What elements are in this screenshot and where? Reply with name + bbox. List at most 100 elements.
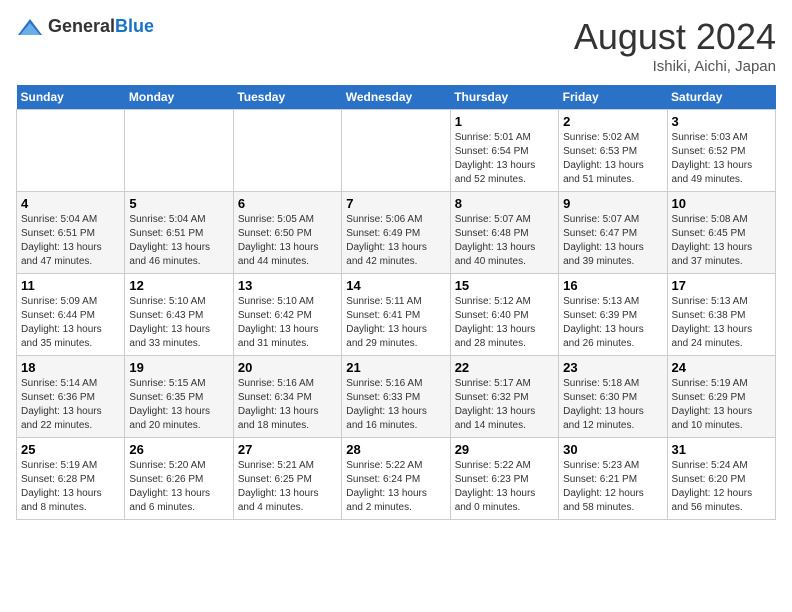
calendar-cell: 18Sunrise: 5:14 AM Sunset: 6:36 PM Dayli… — [17, 356, 125, 438]
calendar-cell: 22 Sunrise: 5:17 AM Sunset: 6:32 PM Dayli… — [450, 356, 558, 438]
day-number: 17 — [672, 278, 771, 293]
day-info: Sunrise: 5:16 AM Sunset: 6:33 PM Dayligh… — [346, 377, 445, 433]
calendar-body: 1Sunrise: 5:01 AM Sunset: 6:54 PM Daylig… — [17, 110, 776, 520]
month-title: August 2024 — [574, 16, 776, 58]
calendar-cell — [233, 110, 341, 192]
day-number: 12 — [129, 278, 228, 293]
weekday-header-sunday: Sunday — [17, 85, 125, 110]
day-info: Sunrise: 5:23 AM Sunset: 6:21 PM Dayligh… — [563, 459, 662, 515]
calendar-cell: 3 Sunrise: 5:03 AM Sunset: 6:52 PM Daylig… — [667, 110, 775, 192]
day-number: 21 — [346, 360, 445, 375]
day-info: Sunrise: 5:20 AM Sunset: 6:26 PM Dayligh… — [129, 459, 228, 515]
day-info: Sunrise: 5:04 AM Sunset: 6:51 PM Dayligh… — [129, 213, 228, 269]
calendar-cell: 19Sunrise: 5:15 AM Sunset: 6:35 PM Dayli… — [125, 356, 233, 438]
weekday-header-thursday: Thursday — [450, 85, 558, 110]
day-number: 3 — [672, 114, 771, 129]
day-info: Sunrise: 5:19 AM Sunset: 6:28 PM Dayligh… — [21, 459, 120, 515]
day-info: Sunrise: 5:22 AM Sunset: 6:23 PM Dayligh… — [455, 459, 554, 515]
weekday-row: SundayMondayTuesdayWednesdayThursdayFrid… — [17, 85, 776, 110]
calendar-cell: 23Sunrise: 5:18 AM Sunset: 6:30 PM Dayli… — [559, 356, 667, 438]
day-number: 10 — [672, 196, 771, 211]
calendar-cell: 28 Sunrise: 5:22 AM Sunset: 6:24 PM Dayli… — [342, 438, 450, 520]
weekday-header-monday: Monday — [125, 85, 233, 110]
calendar-cell: 26 Sunrise: 5:20 AM Sunset: 6:26 PM Dayli… — [125, 438, 233, 520]
calendar-cell: 25 Sunrise: 5:19 AM Sunset: 6:28 PM Dayli… — [17, 438, 125, 520]
day-info: Sunrise: 5:21 AM Sunset: 6:25 PM Dayligh… — [238, 459, 337, 515]
weekday-header-tuesday: Tuesday — [233, 85, 341, 110]
calendar-cell — [17, 110, 125, 192]
day-info: Sunrise: 5:03 AM Sunset: 6:52 PM Dayligh… — [672, 131, 771, 187]
page-header: GeneralBlue August 2024 Ishiki, Aichi, J… — [16, 16, 776, 75]
calendar-cell: 8 Sunrise: 5:07 AM Sunset: 6:48 PM Daylig… — [450, 192, 558, 274]
calendar-week-5: 25 Sunrise: 5:19 AM Sunset: 6:28 PM Dayli… — [17, 438, 776, 520]
calendar-cell: 6Sunrise: 5:05 AM Sunset: 6:50 PM Daylig… — [233, 192, 341, 274]
weekday-header-friday: Friday — [559, 85, 667, 110]
day-number: 28 — [346, 442, 445, 457]
day-number: 24 — [672, 360, 771, 375]
calendar-table: SundayMondayTuesdayWednesdayThursdayFrid… — [16, 85, 776, 520]
calendar-cell — [125, 110, 233, 192]
calendar-cell: 9 Sunrise: 5:07 AM Sunset: 6:47 PM Daylig… — [559, 192, 667, 274]
calendar-cell: 31Sunrise: 5:24 AM Sunset: 6:20 PM Dayli… — [667, 438, 775, 520]
calendar-cell: 10 Sunrise: 5:08 AM Sunset: 6:45 PM Dayli… — [667, 192, 775, 274]
day-info: Sunrise: 5:10 AM Sunset: 6:42 PM Dayligh… — [238, 295, 337, 351]
calendar-cell: 5 Sunrise: 5:04 AM Sunset: 6:51 PM Daylig… — [125, 192, 233, 274]
day-number: 8 — [455, 196, 554, 211]
calendar-cell: 30 Sunrise: 5:23 AM Sunset: 6:21 PM Dayli… — [559, 438, 667, 520]
calendar-cell: 17 Sunrise: 5:13 AM Sunset: 6:38 PM Dayli… — [667, 274, 775, 356]
day-number: 30 — [563, 442, 662, 457]
day-info: Sunrise: 5:09 AM Sunset: 6:44 PM Dayligh… — [21, 295, 120, 351]
day-info: Sunrise: 5:12 AM Sunset: 6:40 PM Dayligh… — [455, 295, 554, 351]
day-info: Sunrise: 5:13 AM Sunset: 6:38 PM Dayligh… — [672, 295, 771, 351]
day-number: 31 — [672, 442, 771, 457]
day-info: Sunrise: 5:11 AM Sunset: 6:41 PM Dayligh… — [346, 295, 445, 351]
day-info: Sunrise: 5:04 AM Sunset: 6:51 PM Dayligh… — [21, 213, 120, 269]
day-number: 7 — [346, 196, 445, 211]
day-info: Sunrise: 5:13 AM Sunset: 6:39 PM Dayligh… — [563, 295, 662, 351]
day-number: 14 — [346, 278, 445, 293]
day-info: Sunrise: 5:16 AM Sunset: 6:34 PM Dayligh… — [238, 377, 337, 433]
calendar-week-1: 1Sunrise: 5:01 AM Sunset: 6:54 PM Daylig… — [17, 110, 776, 192]
day-info: Sunrise: 5:17 AM Sunset: 6:32 PM Dayligh… — [455, 377, 554, 433]
day-number: 4 — [21, 196, 120, 211]
day-info: Sunrise: 5:05 AM Sunset: 6:50 PM Dayligh… — [238, 213, 337, 269]
calendar-cell: 15Sunrise: 5:12 AM Sunset: 6:40 PM Dayli… — [450, 274, 558, 356]
day-info: Sunrise: 5:07 AM Sunset: 6:47 PM Dayligh… — [563, 213, 662, 269]
calendar-cell: 7 Sunrise: 5:06 AM Sunset: 6:49 PM Daylig… — [342, 192, 450, 274]
calendar-week-4: 18Sunrise: 5:14 AM Sunset: 6:36 PM Dayli… — [17, 356, 776, 438]
calendar-cell: 11 Sunrise: 5:09 AM Sunset: 6:44 PM Dayli… — [17, 274, 125, 356]
day-info: Sunrise: 5:06 AM Sunset: 6:49 PM Dayligh… — [346, 213, 445, 269]
day-number: 22 — [455, 360, 554, 375]
calendar-cell: 21 Sunrise: 5:16 AM Sunset: 6:33 PM Dayli… — [342, 356, 450, 438]
calendar-cell: 29 Sunrise: 5:22 AM Sunset: 6:23 PM Dayli… — [450, 438, 558, 520]
day-info: Sunrise: 5:02 AM Sunset: 6:53 PM Dayligh… — [563, 131, 662, 187]
calendar-cell: 1Sunrise: 5:01 AM Sunset: 6:54 PM Daylig… — [450, 110, 558, 192]
day-info: Sunrise: 5:14 AM Sunset: 6:36 PM Dayligh… — [21, 377, 120, 433]
day-number: 5 — [129, 196, 228, 211]
logo: GeneralBlue — [16, 16, 154, 37]
day-number: 29 — [455, 442, 554, 457]
day-info: Sunrise: 5:22 AM Sunset: 6:24 PM Dayligh… — [346, 459, 445, 515]
logo-general-text: General — [48, 16, 115, 36]
weekday-header-wednesday: Wednesday — [342, 85, 450, 110]
day-number: 13 — [238, 278, 337, 293]
day-number: 1 — [455, 114, 554, 129]
day-number: 9 — [563, 196, 662, 211]
day-info: Sunrise: 5:07 AM Sunset: 6:48 PM Dayligh… — [455, 213, 554, 269]
day-number: 16 — [563, 278, 662, 293]
weekday-header-saturday: Saturday — [667, 85, 775, 110]
day-number: 11 — [21, 278, 120, 293]
day-number: 20 — [238, 360, 337, 375]
day-number: 26 — [129, 442, 228, 457]
day-number: 25 — [21, 442, 120, 457]
calendar-cell: 13 Sunrise: 5:10 AM Sunset: 6:42 PM Dayli… — [233, 274, 341, 356]
calendar-cell — [342, 110, 450, 192]
calendar-cell: 24Sunrise: 5:19 AM Sunset: 6:29 PM Dayli… — [667, 356, 775, 438]
location-title: Ishiki, Aichi, Japan — [574, 58, 776, 75]
calendar-cell: 4 Sunrise: 5:04 AM Sunset: 6:51 PM Daylig… — [17, 192, 125, 274]
logo-blue-text: Blue — [115, 16, 154, 36]
day-info: Sunrise: 5:18 AM Sunset: 6:30 PM Dayligh… — [563, 377, 662, 433]
day-info: Sunrise: 5:08 AM Sunset: 6:45 PM Dayligh… — [672, 213, 771, 269]
calendar-week-2: 4 Sunrise: 5:04 AM Sunset: 6:51 PM Daylig… — [17, 192, 776, 274]
day-number: 2 — [563, 114, 662, 129]
